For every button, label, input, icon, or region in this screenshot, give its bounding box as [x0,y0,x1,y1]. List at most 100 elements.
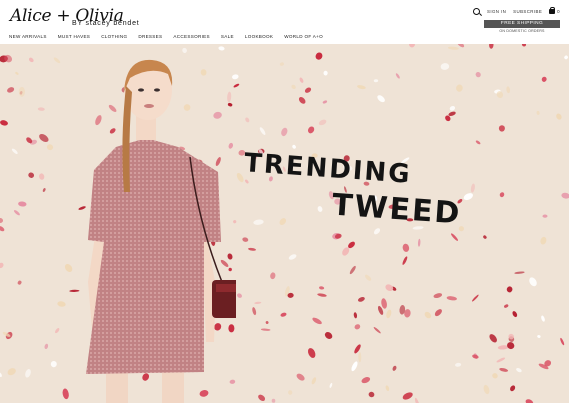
petal [354,344,361,354]
petal [564,55,568,60]
petal [265,321,269,324]
bag-icon [549,7,556,14]
petal [0,372,2,378]
petal [373,228,381,235]
petal [499,192,505,198]
petal [28,57,34,63]
petal [542,214,548,218]
petal [424,311,432,319]
petal [78,206,86,210]
bag-count: 0 [557,9,560,14]
petal [456,84,463,92]
petal [354,324,361,330]
petal [322,100,328,104]
petal [385,385,390,391]
nav-new-arrivals[interactable]: NEW ARRIVALS [9,34,47,39]
free-shipping-badge[interactable]: FREE SHIPPING [484,20,560,28]
nav-world[interactable]: WORLD OF A+O [284,34,323,39]
petal [385,284,394,292]
petal [270,272,276,280]
petal [319,286,325,290]
model-image [86,59,236,403]
nav-accessories[interactable]: ACCESSORIES [173,34,210,39]
petal [279,218,287,226]
petal [271,398,276,403]
petal [281,127,288,137]
petal [440,63,450,70]
hero-banner[interactable]: TRENDING TWEED [0,44,569,403]
free-shipping-subtext: ON DOMESTIC ORDERS [499,29,545,33]
petal [298,97,306,104]
petal [373,327,381,334]
petal [311,377,317,385]
petal [0,217,3,224]
petal [507,342,515,350]
petal [522,44,526,47]
petal [496,357,506,363]
nav-dresses[interactable]: DRESSES [138,34,162,39]
petal [17,280,22,285]
petal [55,328,60,334]
petal [516,367,522,373]
petal [64,264,73,272]
petal [248,247,256,251]
petal [292,144,296,149]
petal [237,293,242,298]
petal [541,315,545,322]
petal [11,148,18,155]
logo-subtitle: BY stacey bendet [72,20,140,27]
petal [50,361,57,368]
nav-must-haves[interactable]: MUST HAVES [58,34,90,39]
petal [4,54,13,63]
petal [253,219,264,225]
petal [299,77,304,83]
petal [492,373,498,379]
petal [470,183,475,193]
petal [260,328,271,331]
petal [434,309,442,317]
petal [540,236,547,245]
site-header: Alice + Olivia BY stacey bendet NEW ARRI… [0,0,569,44]
sign-in-link[interactable]: SIGN IN [487,9,506,14]
petal [218,46,225,51]
petal [377,95,385,103]
petal [329,382,333,388]
nav-lookbook[interactable]: LOOKBOOK [245,34,273,39]
petal [353,312,358,319]
petal [307,348,316,358]
petal [0,226,5,232]
petal [506,286,513,293]
petal [258,394,266,401]
petal [364,274,372,281]
petal [463,193,473,201]
petal [37,107,45,111]
petal [414,397,420,403]
petal [368,391,375,398]
petal [349,265,356,275]
subscribe-link[interactable]: SUBSCRIBE [513,9,542,14]
petal [536,110,540,115]
petal [44,343,49,350]
petal [307,126,315,134]
petal [395,73,400,79]
search-icon[interactable] [473,8,481,15]
petal [450,233,459,241]
petal [402,256,408,265]
petal [39,133,49,143]
nav-clothing[interactable]: CLOTHING [101,34,127,39]
nav-sale[interactable]: SALE [221,34,234,39]
petal [556,113,562,120]
petal [472,354,479,359]
petal [7,368,16,376]
bag-button[interactable]: 0 [549,7,560,14]
petal [373,79,379,83]
petal [358,351,362,363]
petal [381,298,387,309]
petal [18,86,25,97]
petal [0,120,8,126]
petal [525,399,534,403]
petal [483,235,487,239]
petal [402,392,413,400]
petal [62,388,69,400]
petal [392,365,397,371]
